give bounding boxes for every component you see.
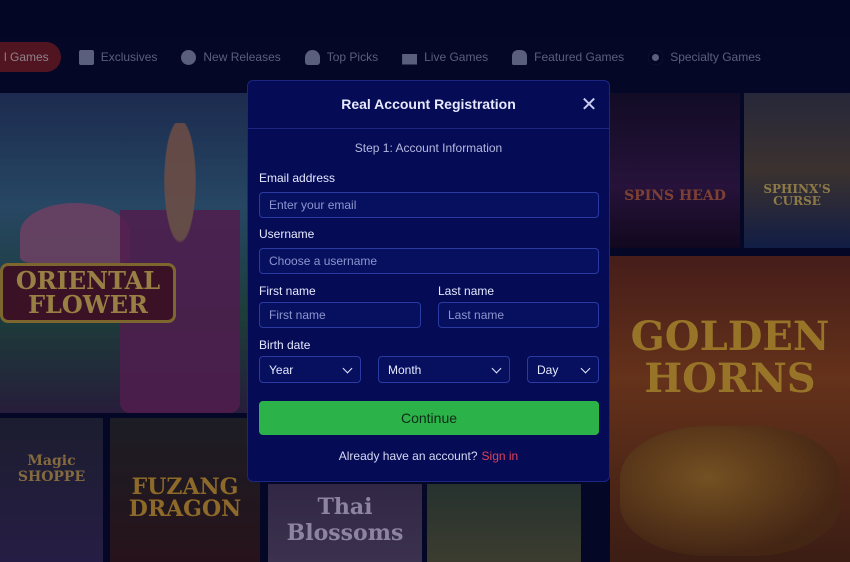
username-label: Username [259,227,315,241]
last-name-label: Last name [438,284,495,298]
step-indicator: Step 1: Account Information [354,141,503,155]
email-label: Email address [259,171,336,185]
sign-in-link[interactable]: Sign in [482,449,519,463]
chevron-down-icon [580,363,591,373]
month-select[interactable]: Month [378,356,510,383]
username-field[interactable] [259,248,599,274]
signin-prompt: Already have an account? Sign in [338,449,519,463]
year-select[interactable]: Year [259,356,361,383]
chevron-down-icon [491,363,502,373]
chevron-down-icon [342,363,353,373]
day-select[interactable]: Day [527,356,599,383]
last-name-field[interactable] [438,302,599,328]
continue-button[interactable]: Continue [259,401,599,435]
registration-modal: Real Account Registration ✕ Step 1: Acco… [247,80,610,482]
close-icon[interactable]: ✕ [579,95,599,115]
first-name-field[interactable] [259,302,421,328]
modal-header: Real Account Registration ✕ [248,81,609,129]
first-name-label: First name [259,284,316,298]
modal-title: Real Account Registration [341,96,516,112]
birth-date-label: Birth date [259,338,311,352]
email-field[interactable] [259,192,599,218]
